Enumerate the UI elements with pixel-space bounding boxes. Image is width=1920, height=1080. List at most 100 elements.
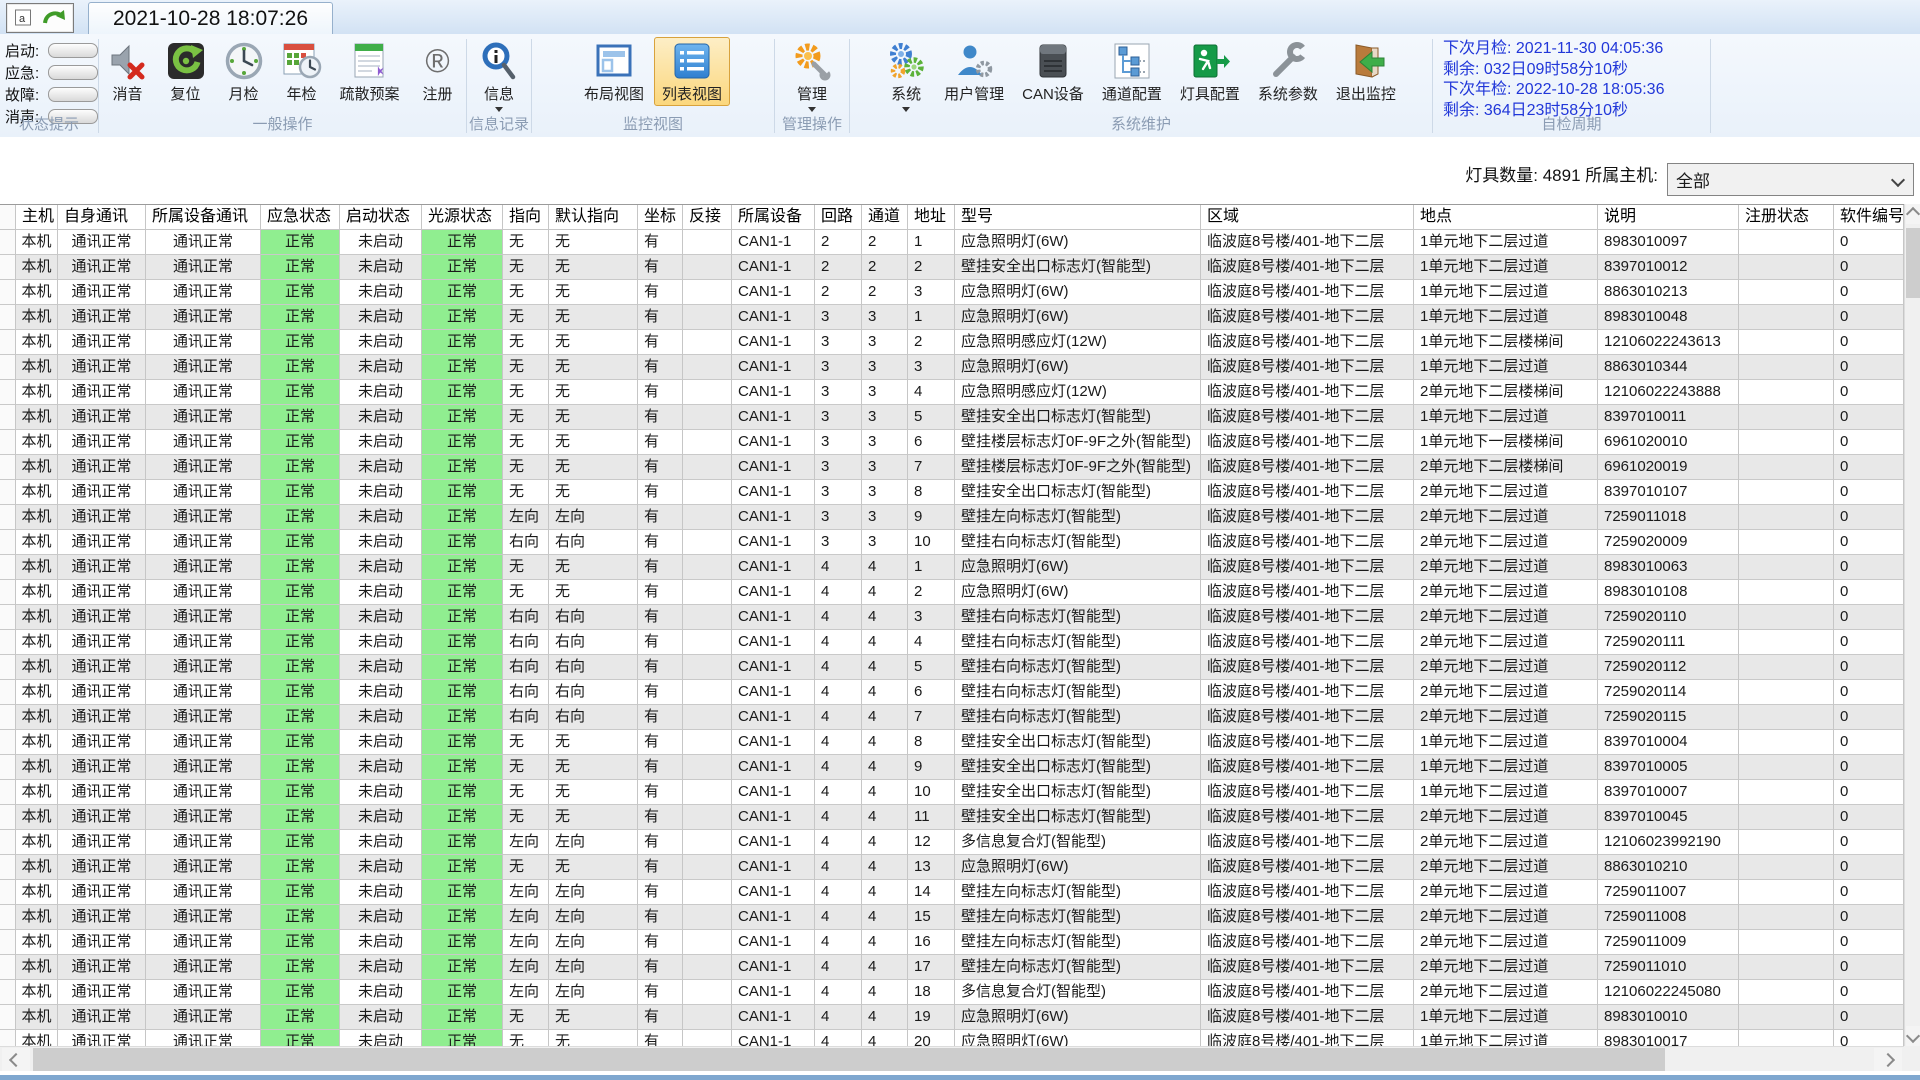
cell-dir[interactable]: 左向 — [503, 930, 549, 955]
cell-desc[interactable]: 7259011009 — [1598, 930, 1739, 955]
cell-addr[interactable]: 9 — [908, 505, 955, 530]
cell-def_dir[interactable]: 左向 — [549, 830, 638, 855]
cell-reg[interactable] — [1739, 480, 1834, 505]
cell-region[interactable]: 临波庭8号楼/401-地下二层 — [1201, 955, 1414, 980]
scroll-right-button[interactable] — [1874, 1048, 1902, 1071]
cell-device[interactable]: CAN1-1 — [732, 705, 815, 730]
cell-desc[interactable]: 7259020115 — [1598, 705, 1739, 730]
cell-model[interactable]: 应急照明感应灯(12W) — [955, 330, 1201, 355]
cell-device[interactable]: CAN1-1 — [732, 755, 815, 780]
cell-channel[interactable]: 4 — [862, 580, 908, 605]
cell-site[interactable]: 2单元地下二层过道 — [1414, 905, 1598, 930]
cell-region[interactable]: 临波庭8号楼/401-地下二层 — [1201, 380, 1414, 405]
cell-sw[interactable]: 0 — [1834, 955, 1904, 980]
col-header-site[interactable]: 地点 — [1414, 205, 1598, 229]
cell-site[interactable]: 1单元地下二层过道 — [1414, 230, 1598, 255]
cell-model[interactable]: 壁挂左向标志灯(智能型) — [955, 930, 1201, 955]
cell-addr[interactable]: 1 — [908, 305, 955, 330]
col-header-channel[interactable]: 通道 — [862, 205, 908, 229]
cell-desc[interactable]: 12106023992190 — [1598, 830, 1739, 855]
cell-loop[interactable]: 4 — [815, 855, 862, 880]
cell-self_comm[interactable]: 通讯正常 — [58, 605, 146, 630]
cell-channel[interactable]: 4 — [862, 680, 908, 705]
cell-emergency[interactable]: 正常 — [261, 755, 340, 780]
col-header-addr[interactable]: 地址 — [908, 205, 955, 229]
cell-dev_comm[interactable]: 通讯正常 — [146, 505, 261, 530]
cell-model[interactable]: 壁挂右向标志灯(智能型) — [955, 630, 1201, 655]
cell-loop[interactable]: 3 — [815, 405, 862, 430]
cell-emergency[interactable]: 正常 — [261, 880, 340, 905]
cell-region[interactable]: 临波庭8号楼/401-地下二层 — [1201, 555, 1414, 580]
cell-region[interactable]: 临波庭8号楼/401-地下二层 — [1201, 455, 1414, 480]
cell-light[interactable]: 正常 — [422, 980, 503, 1005]
cell-emergency[interactable]: 正常 — [261, 430, 340, 455]
cell-dir[interactable]: 无 — [503, 755, 549, 780]
cell-emergency[interactable]: 正常 — [261, 855, 340, 880]
cell-host[interactable]: 本机 — [16, 280, 58, 305]
cell-host[interactable]: 本机 — [16, 830, 58, 855]
cell-site[interactable]: 2单元地下二层过道 — [1414, 805, 1598, 830]
cell-coord[interactable]: 有 — [638, 280, 683, 305]
cell-sw[interactable]: 0 — [1834, 255, 1904, 280]
cell-host[interactable]: 本机 — [16, 405, 58, 430]
vertical-scrollbar-thumb[interactable] — [1906, 228, 1920, 298]
cell-self_comm[interactable]: 通讯正常 — [58, 505, 146, 530]
row-header[interactable] — [0, 905, 16, 930]
cell-device[interactable]: CAN1-1 — [732, 480, 815, 505]
table-row[interactable]: 本机通讯正常通讯正常正常未启动正常右向右向有CAN1-1447壁挂右向标志灯(智… — [0, 705, 1904, 730]
cell-site[interactable]: 1单元地下二层楼梯间 — [1414, 330, 1598, 355]
col-header-host[interactable]: 主机 — [16, 205, 58, 229]
row-header[interactable] — [0, 455, 16, 480]
cell-start[interactable]: 未启动 — [340, 330, 422, 355]
cell-channel[interactable]: 4 — [862, 980, 908, 1005]
cell-addr[interactable]: 20 — [908, 1030, 955, 1046]
cell-host[interactable]: 本机 — [16, 730, 58, 755]
cell-device[interactable]: CAN1-1 — [732, 730, 815, 755]
cell-site[interactable]: 2单元地下二层过道 — [1414, 505, 1598, 530]
cell-light[interactable]: 正常 — [422, 255, 503, 280]
row-header[interactable] — [0, 380, 16, 405]
cell-coord[interactable]: 有 — [638, 455, 683, 480]
cell-dir[interactable]: 无 — [503, 1030, 549, 1046]
cell-reverse[interactable] — [683, 755, 732, 780]
cell-self_comm[interactable]: 通讯正常 — [58, 805, 146, 830]
cell-coord[interactable]: 有 — [638, 780, 683, 805]
cell-sw[interactable]: 0 — [1834, 605, 1904, 630]
host-filter-select[interactable]: 全部 — [1667, 163, 1914, 196]
cell-device[interactable]: CAN1-1 — [732, 430, 815, 455]
annual-check-button[interactable]: 年检 — [274, 37, 330, 106]
cell-device[interactable]: CAN1-1 — [732, 805, 815, 830]
cell-channel[interactable]: 4 — [862, 780, 908, 805]
cell-emergency[interactable]: 正常 — [261, 705, 340, 730]
cell-start[interactable]: 未启动 — [340, 455, 422, 480]
cell-model[interactable]: 应急照明灯(6W) — [955, 280, 1201, 305]
row-header[interactable] — [0, 780, 16, 805]
cell-start[interactable]: 未启动 — [340, 930, 422, 955]
cell-region[interactable]: 临波庭8号楼/401-地下二层 — [1201, 305, 1414, 330]
cell-dev_comm[interactable]: 通讯正常 — [146, 980, 261, 1005]
info-button[interactable]: 信息 — [471, 37, 527, 114]
cell-desc[interactable]: 7259020114 — [1598, 680, 1739, 705]
cell-self_comm[interactable]: 通讯正常 — [58, 680, 146, 705]
cell-dev_comm[interactable]: 通讯正常 — [146, 330, 261, 355]
cell-model[interactable]: 应急照明灯(6W) — [955, 1030, 1201, 1046]
cell-light[interactable]: 正常 — [422, 830, 503, 855]
cell-emergency[interactable]: 正常 — [261, 655, 340, 680]
cell-self_comm[interactable]: 通讯正常 — [58, 955, 146, 980]
table-row[interactable]: 本机通讯正常通讯正常正常未启动正常右向右向有CAN1-1446壁挂右向标志灯(智… — [0, 680, 1904, 705]
cell-reg[interactable] — [1739, 380, 1834, 405]
cell-reg[interactable] — [1739, 805, 1834, 830]
cell-region[interactable]: 临波庭8号楼/401-地下二层 — [1201, 730, 1414, 755]
cell-site[interactable]: 2单元地下二层楼梯间 — [1414, 455, 1598, 480]
cell-reverse[interactable] — [683, 805, 732, 830]
cell-coord[interactable]: 有 — [638, 480, 683, 505]
layout-view-button[interactable]: 布局视图 — [576, 37, 652, 106]
cell-dir[interactable]: 右向 — [503, 605, 549, 630]
cell-self_comm[interactable]: 通讯正常 — [58, 230, 146, 255]
cell-self_comm[interactable]: 通讯正常 — [58, 280, 146, 305]
cell-loop[interactable]: 3 — [815, 305, 862, 330]
system-button[interactable]: 系统 — [878, 37, 934, 114]
cell-device[interactable]: CAN1-1 — [732, 980, 815, 1005]
row-header[interactable] — [0, 705, 16, 730]
cell-loop[interactable]: 2 — [815, 280, 862, 305]
